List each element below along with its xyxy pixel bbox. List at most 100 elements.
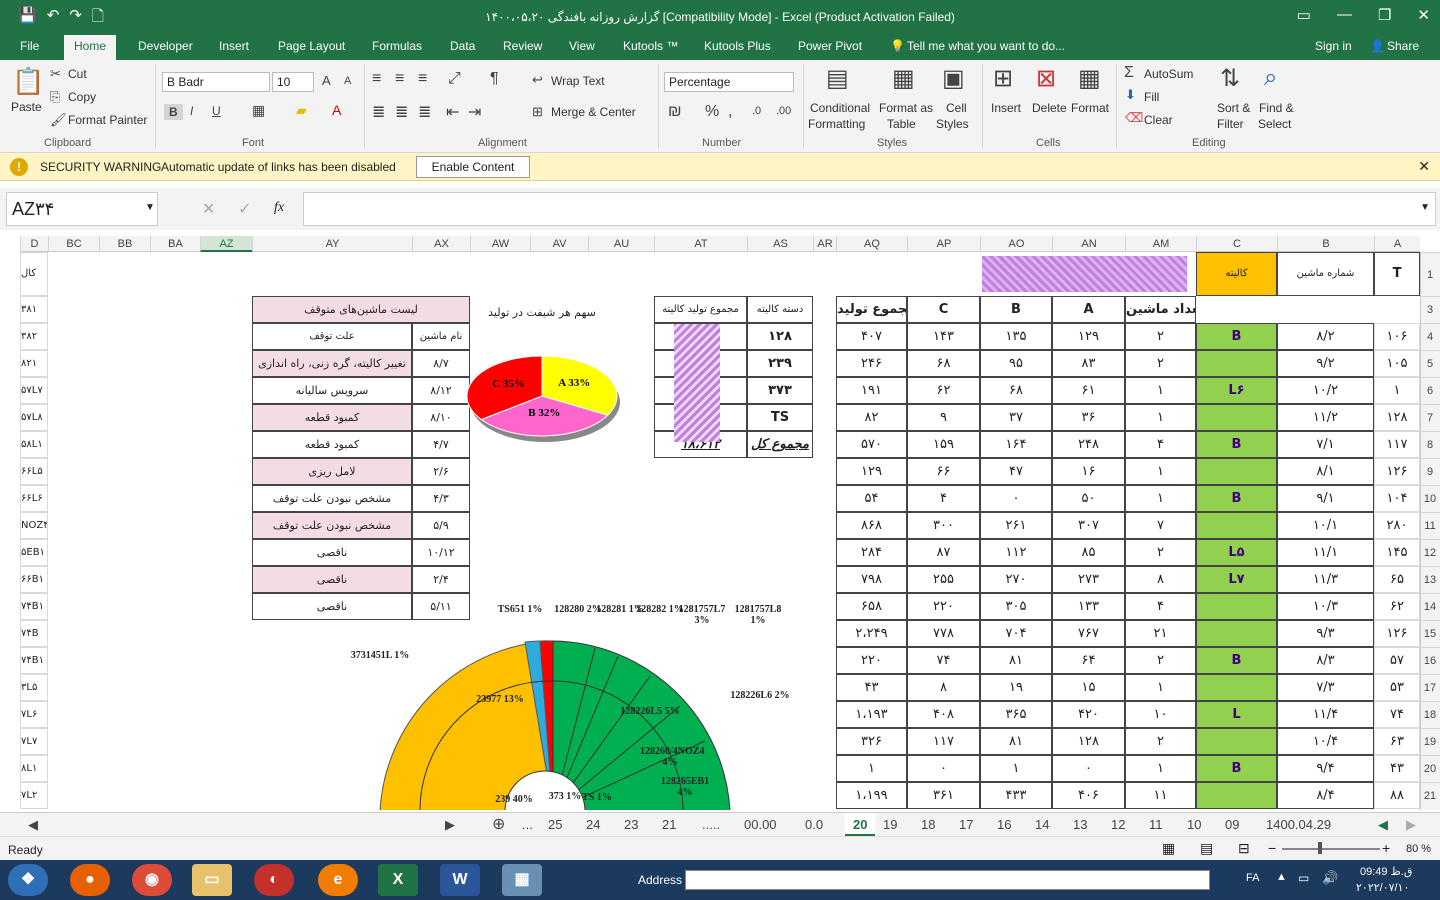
start-button[interactable]: ❖: [8, 864, 48, 896]
count-cell[interactable]: ۱: [1125, 755, 1196, 782]
stopped-title[interactable]: لیست ماشین‌های متوقف: [252, 296, 470, 323]
left-col-cell[interactable]: ۷۴B۱: [20, 647, 48, 674]
word-taskbar-icon[interactable]: W: [440, 864, 480, 896]
row-header-16[interactable]: 16: [1420, 647, 1440, 674]
b-cell[interactable]: ۱: [980, 755, 1052, 782]
b-cell[interactable]: ۳۰۵: [980, 593, 1052, 620]
column-header-AQ[interactable]: AQ: [836, 236, 907, 252]
total-cell[interactable]: ۳۲۶: [836, 728, 907, 755]
b-cell[interactable]: ۱۹: [980, 674, 1052, 701]
column-header-A[interactable]: A: [1374, 236, 1420, 252]
format-cells-button[interactable]: Format: [1071, 101, 1109, 115]
row-header-19[interactable]: 19: [1420, 728, 1440, 755]
find-select-button[interactable]: Find &: [1259, 101, 1294, 115]
total-cell[interactable]: ۸۶۸: [836, 512, 907, 539]
zoom-level[interactable]: 80 %: [1406, 843, 1431, 855]
column-header-AY[interactable]: AY: [252, 236, 412, 252]
b-cell[interactable]: ۱۳۵: [980, 323, 1052, 350]
t-cell[interactable]: ۲۸۰: [1374, 512, 1420, 539]
b-cell[interactable]: ۳۶۵: [980, 701, 1052, 728]
stopped-reason-cell[interactable]: ناقصی: [252, 566, 412, 593]
count-cell[interactable]: ۱: [1125, 485, 1196, 512]
address-input[interactable]: [685, 870, 1210, 890]
count-cell[interactable]: ۸: [1125, 566, 1196, 593]
row-header-3[interactable]: 3: [1420, 296, 1440, 323]
total-cell[interactable]: ۴۰۷: [836, 323, 907, 350]
align-middle-icon[interactable]: ≡: [395, 70, 404, 88]
c-cell[interactable]: ۱۱۷: [907, 728, 980, 755]
machine-no-cell[interactable]: ۸/۴: [1277, 782, 1374, 809]
worksheet-grid[interactable]: D BC BB BA AZ AY AX AW AV AU AT AS AR AQ AP AO AN AM C B A 1…: [0, 236, 1440, 810]
b-cell[interactable]: ۸۱: [980, 647, 1052, 674]
decrease-decimal-icon[interactable]: .00: [776, 105, 791, 117]
kalite-cell[interactable]: [1196, 512, 1277, 539]
row-header-11[interactable]: 11: [1420, 512, 1440, 539]
align-bottom-icon[interactable]: ≡: [418, 70, 427, 88]
explorer-icon[interactable]: ▭: [192, 864, 232, 896]
kalite-cell[interactable]: L: [1196, 701, 1277, 728]
total-cell[interactable]: ۵۷۰: [836, 431, 907, 458]
machine-no-cell[interactable]: ۸/۱: [1277, 458, 1374, 485]
c-cell[interactable]: ۸: [907, 674, 980, 701]
align-center-icon[interactable]: ≣: [395, 102, 408, 122]
sheet-tab-00.00[interactable]: 00.00: [744, 817, 777, 832]
kalite-cell[interactable]: L۶: [1196, 377, 1277, 404]
name-box[interactable]: AZ۳۴: [6, 192, 158, 226]
decrease-indent-icon[interactable]: ⇤: [446, 102, 459, 122]
count-cell[interactable]: ۱: [1125, 377, 1196, 404]
left-col-cell[interactable]: ۵EB۱: [20, 539, 48, 566]
scroll-right-icon[interactable]: ▶: [445, 817, 455, 833]
cat-row-label[interactable]: ۲۳۹: [747, 350, 813, 377]
tab-page-layout[interactable]: Page Layout: [278, 39, 345, 53]
c-cell[interactable]: ۹: [907, 404, 980, 431]
a-cell[interactable]: ۱۲۸: [1052, 728, 1125, 755]
sheet-tab-19[interactable]: 19: [883, 817, 897, 832]
a-cell[interactable]: ۳۶: [1052, 404, 1125, 431]
total-cell[interactable]: ۴۳: [836, 674, 907, 701]
c-cell[interactable]: ۰: [907, 755, 980, 782]
kalite-cell[interactable]: B: [1196, 485, 1277, 512]
stopped-reason-cell[interactable]: ناقصی: [252, 539, 412, 566]
b-cell[interactable]: ۹۵: [980, 350, 1052, 377]
count-cell[interactable]: ۱۰: [1125, 701, 1196, 728]
app-icon[interactable]: ◐: [254, 864, 294, 896]
left-col-cell[interactable]: ۵۷L۷: [20, 377, 48, 404]
stopped-reason-cell[interactable]: کمبود قطعه: [252, 431, 412, 458]
enable-content-button[interactable]: Enable Content: [416, 156, 530, 178]
column-header-AT[interactable]: AT: [654, 236, 747, 252]
cut-button[interactable]: Cut: [68, 67, 87, 81]
column-header-AM[interactable]: AM: [1125, 236, 1196, 252]
total-cell[interactable]: ۱،۱۹۳: [836, 701, 907, 728]
sheet-tab-14[interactable]: 14: [1035, 817, 1049, 832]
clear-button[interactable]: Clear: [1144, 113, 1173, 127]
zoom-slider[interactable]: [1282, 848, 1380, 850]
cell-styles-button[interactable]: Cell: [946, 101, 967, 115]
machine-no-cell[interactable]: ۷/۱: [1277, 431, 1374, 458]
stopped-reason-cell[interactable]: مشخص نبودن علت توقف: [252, 512, 412, 539]
column-header-AR[interactable]: AR: [813, 236, 836, 252]
left-col-cell[interactable]: ۷L۲: [20, 782, 48, 809]
row-header-17[interactable]: 17: [1420, 674, 1440, 701]
left-col-cell[interactable]: ۳L۵: [20, 674, 48, 701]
t-cell[interactable]: ۸۸: [1374, 782, 1420, 809]
c-cell[interactable]: ۱۴۳: [907, 323, 980, 350]
left-col-cell[interactable]: ۶۶B۱: [20, 566, 48, 593]
merge-center-button[interactable]: Merge & Center: [551, 105, 636, 119]
column-header-BC[interactable]: BC: [48, 236, 99, 252]
machine-no-cell[interactable]: ۱۱/۴: [1277, 701, 1374, 728]
total-cell[interactable]: ۲۸۴: [836, 539, 907, 566]
c-cell[interactable]: ۳۰۰: [907, 512, 980, 539]
expand-formula-icon[interactable]: ▼: [1420, 202, 1430, 213]
cancel-icon[interactable]: ✕: [202, 199, 215, 219]
autosum-button[interactable]: AutoSum: [1144, 67, 1193, 81]
row-header-18[interactable]: 18: [1420, 701, 1440, 728]
scroll-left-icon[interactable]: ◀: [28, 817, 38, 833]
orientation-icon[interactable]: ⤢: [448, 70, 461, 88]
machine-no-cell[interactable]: ۹/۲: [1277, 350, 1374, 377]
tab-kutools-plus[interactable]: Kutools Plus: [704, 39, 771, 53]
kalite-cell[interactable]: [1196, 782, 1277, 809]
new-sheet-icon[interactable]: ⊕: [492, 814, 505, 834]
t-cell[interactable]: ۱۲۸: [1374, 404, 1420, 431]
c-cell[interactable]: ۲۲۰: [907, 593, 980, 620]
machine-no-cell[interactable]: ۸/۳: [1277, 647, 1374, 674]
